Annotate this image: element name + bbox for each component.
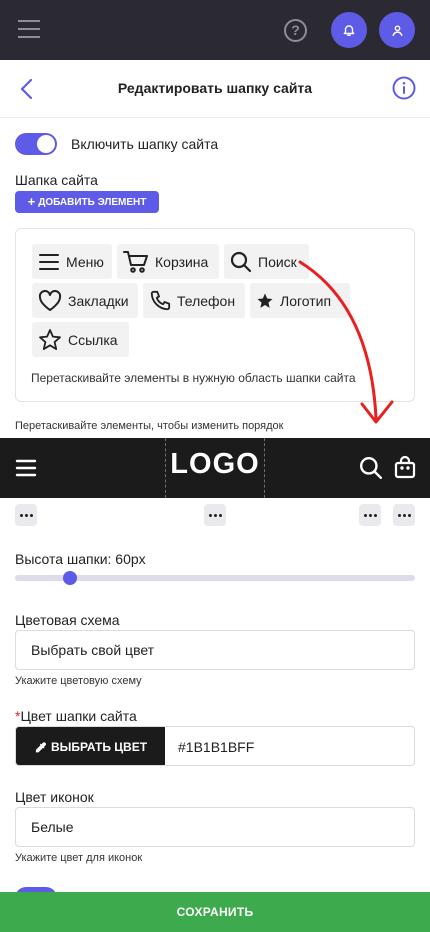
chip-label: Поиск bbox=[258, 253, 297, 270]
add-element-button[interactable]: + ДОБАВИТЬ ЭЛЕМЕНТ bbox=[15, 191, 159, 213]
chip-cart[interactable]: Корзина bbox=[117, 244, 219, 279]
color-scheme-label: Цветовая схема bbox=[15, 612, 120, 628]
page-title: Редактировать шапку сайта bbox=[117, 80, 313, 96]
chip-search[interactable]: Поиск bbox=[224, 244, 309, 279]
add-element-label: ДОБАВИТЬ ЭЛЕМЕНТ bbox=[38, 196, 147, 208]
star-filled-icon bbox=[257, 293, 273, 308]
plus-icon: + bbox=[27, 194, 36, 209]
header-preview[interactable]: LOGO bbox=[0, 438, 430, 498]
info-icon[interactable] bbox=[392, 76, 416, 100]
logo-text[interactable]: LOGO bbox=[165, 448, 265, 481]
back-arrow-icon[interactable] bbox=[18, 78, 36, 100]
bag-options-button[interactable] bbox=[393, 504, 415, 526]
header-section-label: Шапка сайта bbox=[15, 172, 98, 188]
left-zone-options-button[interactable] bbox=[15, 504, 37, 526]
save-button[interactable]: СОХРАНИТЬ bbox=[0, 892, 430, 932]
help-icon[interactable]: ? bbox=[284, 19, 307, 42]
page-header: Редактировать шапку сайта bbox=[0, 60, 430, 118]
cart-icon bbox=[123, 250, 148, 273]
eyedropper-icon bbox=[35, 741, 46, 752]
heart-icon bbox=[38, 289, 62, 311]
search-icon[interactable] bbox=[359, 456, 383, 480]
search-icon bbox=[230, 251, 252, 272]
shopping-bag-icon[interactable] bbox=[394, 455, 416, 479]
user-icon bbox=[391, 24, 403, 36]
center-zone-options-button[interactable] bbox=[204, 504, 226, 526]
chip-label: Меню bbox=[66, 253, 104, 270]
icon-color-select[interactable]: Белые bbox=[15, 807, 415, 847]
enable-header-toggle[interactable] bbox=[15, 133, 57, 155]
chip-link[interactable]: Ссылка bbox=[32, 322, 129, 357]
menu-icon bbox=[39, 253, 59, 270]
menu-icon[interactable] bbox=[15, 458, 37, 478]
star-outline-icon bbox=[39, 328, 61, 350]
chip-label: Ссылка bbox=[68, 331, 118, 348]
user-button[interactable] bbox=[379, 12, 415, 48]
chip-label: Телефон bbox=[177, 292, 236, 309]
chip-logo[interactable]: Логотип bbox=[250, 283, 350, 318]
elements-palette: Меню Корзина Поиск Закладки Телефон Лого… bbox=[15, 228, 415, 402]
order-hint: Перетаскивайте элементы, чтобы изменить … bbox=[15, 420, 284, 432]
header-color-label-text: Цвет шапки сайта bbox=[20, 708, 137, 724]
notifications-button[interactable] bbox=[331, 12, 367, 48]
bell-icon bbox=[343, 25, 355, 36]
color-scheme-hint: Укажите цветовую схему bbox=[15, 675, 142, 687]
chip-menu[interactable]: Меню bbox=[32, 244, 112, 279]
hamburger-icon[interactable] bbox=[18, 20, 40, 38]
height-slider-thumb[interactable] bbox=[63, 571, 77, 585]
chip-label: Логотип bbox=[280, 292, 332, 309]
chip-label: Корзина bbox=[155, 253, 209, 270]
pick-color-label: ВЫБРАТЬ ЦВЕТ bbox=[50, 740, 148, 754]
icon-color-hint: Укажите цвет для иконок bbox=[15, 852, 143, 864]
icon-color-label: Цвет иконок bbox=[15, 789, 94, 805]
app-top-bar: ? bbox=[0, 0, 430, 60]
chip-phone[interactable]: Телефон bbox=[143, 283, 245, 318]
header-color-field: ВЫБРАТЬ ЦВЕТ #1B1B1BFF bbox=[15, 726, 415, 766]
chip-bookmarks[interactable]: Закладки bbox=[32, 283, 138, 318]
header-color-input[interactable]: #1B1B1BFF bbox=[178, 739, 254, 755]
enable-header-label: Включить шапку сайта bbox=[71, 136, 219, 152]
pick-color-button[interactable]: ВЫБРАТЬ ЦВЕТ bbox=[16, 727, 165, 765]
phone-icon bbox=[150, 290, 171, 310]
header-color-label: *Цвет шапки сайта bbox=[15, 708, 137, 724]
search-options-button[interactable] bbox=[359, 504, 381, 526]
height-label: Высота шапки: 60px bbox=[15, 551, 146, 567]
drag-hint: Перетаскивайте элементы в нужную область… bbox=[31, 371, 356, 385]
color-scheme-select[interactable]: Выбрать свой цвет bbox=[15, 630, 415, 670]
chip-label: Закладки bbox=[68, 292, 129, 309]
